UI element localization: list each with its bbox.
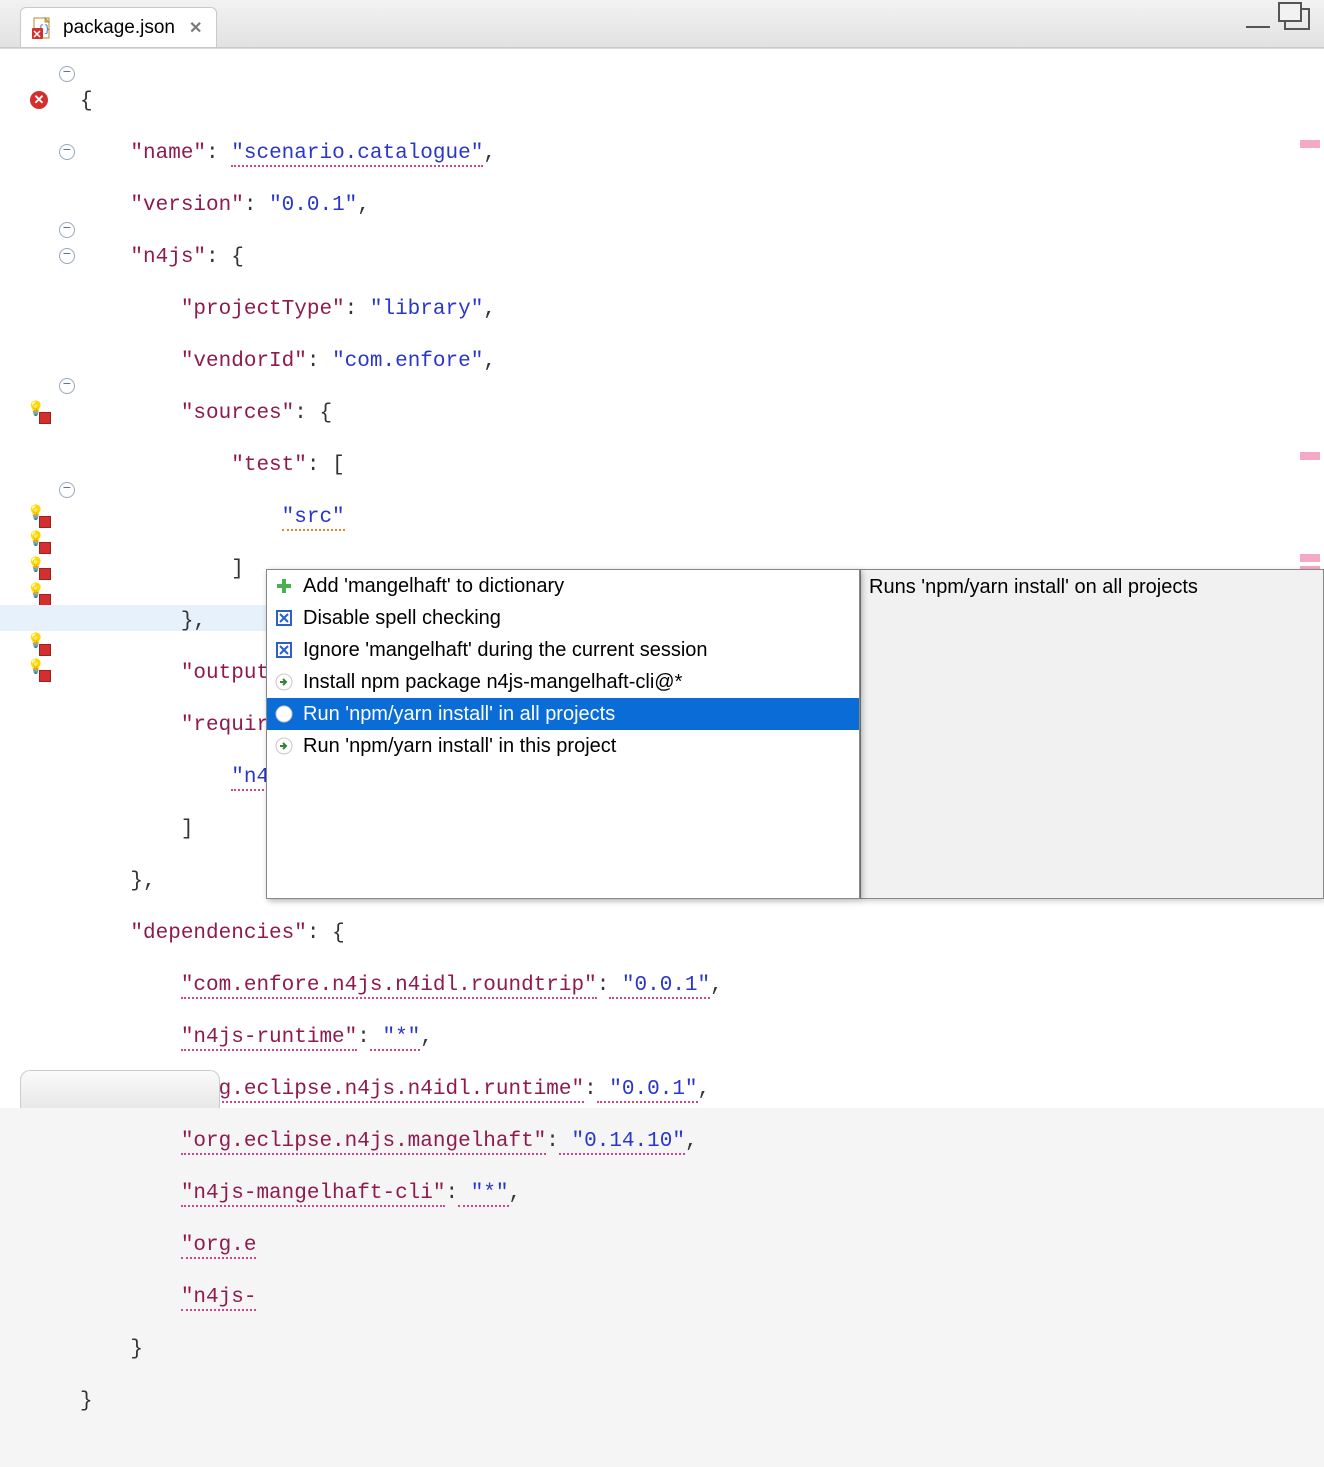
go-icon [273,735,295,757]
json-error-file-icon: {} [31,16,55,40]
context-menu-item-label: Install npm package n4js-mangelhaft-cli@… [303,671,682,694]
overview-error-mark[interactable] [1300,140,1320,148]
context-menu-item-label: Ignore 'mangelhaft' during the current s… [303,639,708,662]
fold-toggle[interactable]: − [56,375,78,397]
context-menu-item[interactable]: Ignore 'mangelhaft' during the current s… [267,634,859,666]
overview-error-mark[interactable] [1300,452,1320,460]
quickfix-description-panel: Runs 'npm/yarn install' on all projects [860,569,1324,899]
context-menu-item[interactable]: Run 'npm/yarn install' in all projects [267,698,859,730]
box-x-icon [273,607,295,629]
fold-toggle[interactable]: − [56,479,78,501]
box-x-icon [273,639,295,661]
context-menu-item[interactable]: Install npm package n4js-mangelhaft-cli@… [267,666,859,698]
quickfix-marker[interactable] [26,583,48,605]
fold-toggle[interactable]: − [56,63,78,85]
maximize-button[interactable] [1284,8,1310,30]
gutter: − ✕ − − − − − [0,49,80,1108]
quickfix-marker[interactable] [26,557,48,579]
fold-toggle[interactable]: − [56,245,78,267]
go-icon [273,703,295,725]
editor-tab-bar: {} package.json ✕ [0,0,1324,48]
error-marker[interactable]: ✕ [28,89,50,111]
context-menu-item[interactable]: Run 'npm/yarn install' in this project [267,730,859,762]
quickfix-marker[interactable] [26,401,48,423]
editor-tab[interactable]: {} package.json ✕ [20,7,217,47]
quickfix-context-menu: Add 'mangelhaft' to dictionary Disable sp… [266,569,860,899]
close-tab-icon[interactable]: ✕ [189,18,202,38]
fold-toggle[interactable]: − [56,219,78,241]
quickfix-marker[interactable] [26,505,48,527]
bottom-tab-strip[interactable] [20,1070,220,1108]
context-menu-item-label: Add 'mangelhaft' to dictionary [303,575,564,598]
go-icon [273,671,295,693]
quickfix-marker[interactable] [26,531,48,553]
quickfix-marker[interactable] [26,659,48,681]
tab-filename: package.json [63,17,175,39]
window-controls [1246,8,1310,30]
quickfix-marker[interactable] [26,633,48,655]
context-menu-item[interactable]: Disable spell checking [267,602,859,634]
context-menu-item-label: Disable spell checking [303,607,501,630]
plus-icon [273,575,295,597]
overview-error-mark[interactable] [1300,554,1320,562]
minimize-button[interactable] [1246,16,1270,28]
context-menu-item-label: Run 'npm/yarn install' in this project [303,735,616,758]
fold-toggle[interactable]: − [56,141,78,163]
context-menu-item[interactable]: Add 'mangelhaft' to dictionary [267,570,859,602]
quickfix-description-text: Runs 'npm/yarn install' on all projects [869,576,1198,598]
context-menu-item-label: Run 'npm/yarn install' in all projects [303,703,615,726]
